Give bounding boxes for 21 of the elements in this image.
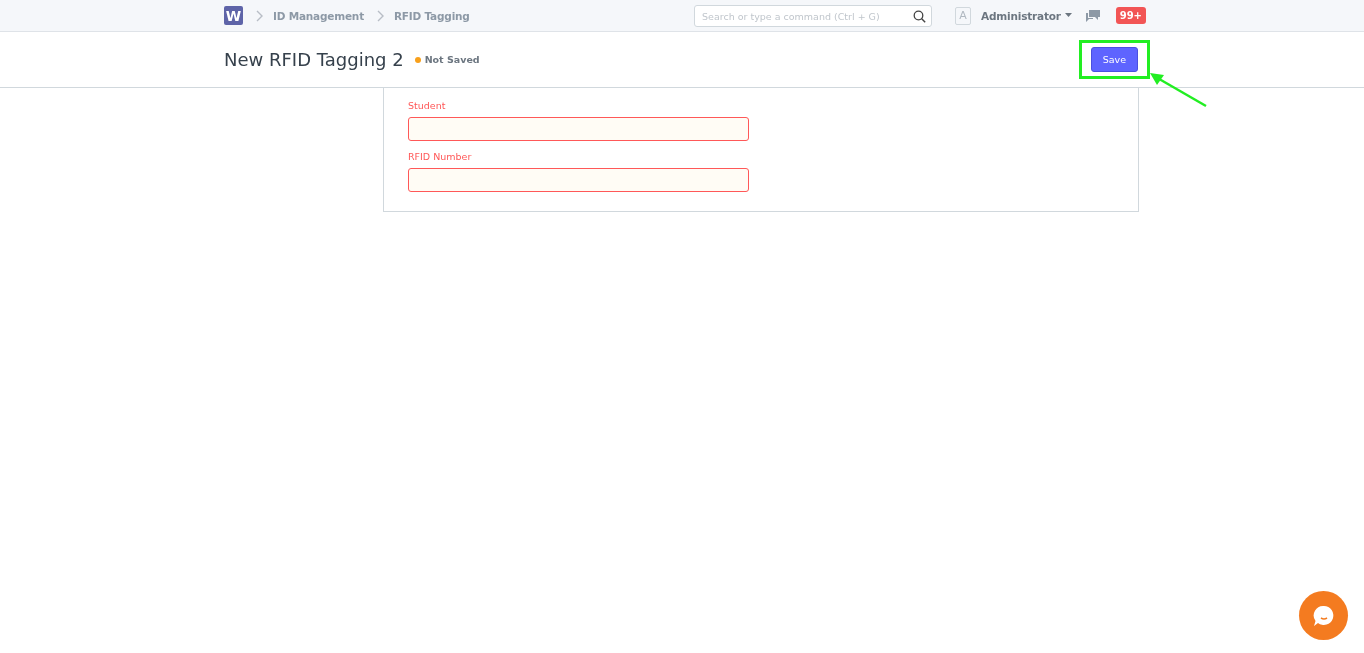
breadcrumb-link[interactable]: RFID Tagging <box>393 9 470 22</box>
status-dot <box>414 56 421 63</box>
speech-bubble-icon <box>1312 604 1335 627</box>
app-logo[interactable]: W <box>224 6 243 25</box>
input-field[interactable] <box>408 168 749 192</box>
breadcrumb-link[interactable]: ID Management <box>273 9 364 22</box>
user-menu[interactable]: Administrator <box>981 9 1061 22</box>
caret-icon <box>1064 12 1072 17</box>
save-button[interactable]: Save <box>1090 47 1138 72</box>
chevron-icon <box>376 9 385 22</box>
notification-badge[interactable]: 99+ <box>1115 7 1146 24</box>
field-label: RFID Number <box>408 151 473 162</box>
chevron-icon <box>256 9 264 22</box>
chat-icon[interactable] <box>1085 9 1100 22</box>
status-label: Not Saved <box>424 54 480 65</box>
page-title: New RFID Tagging 2 <box>224 49 404 70</box>
input-field[interactable] <box>408 117 749 141</box>
chat-widget-button[interactable] <box>1299 591 1348 640</box>
field-label: Student <box>408 100 447 111</box>
search-icon <box>913 9 927 23</box>
user-avatar[interactable]: A <box>955 6 972 25</box>
